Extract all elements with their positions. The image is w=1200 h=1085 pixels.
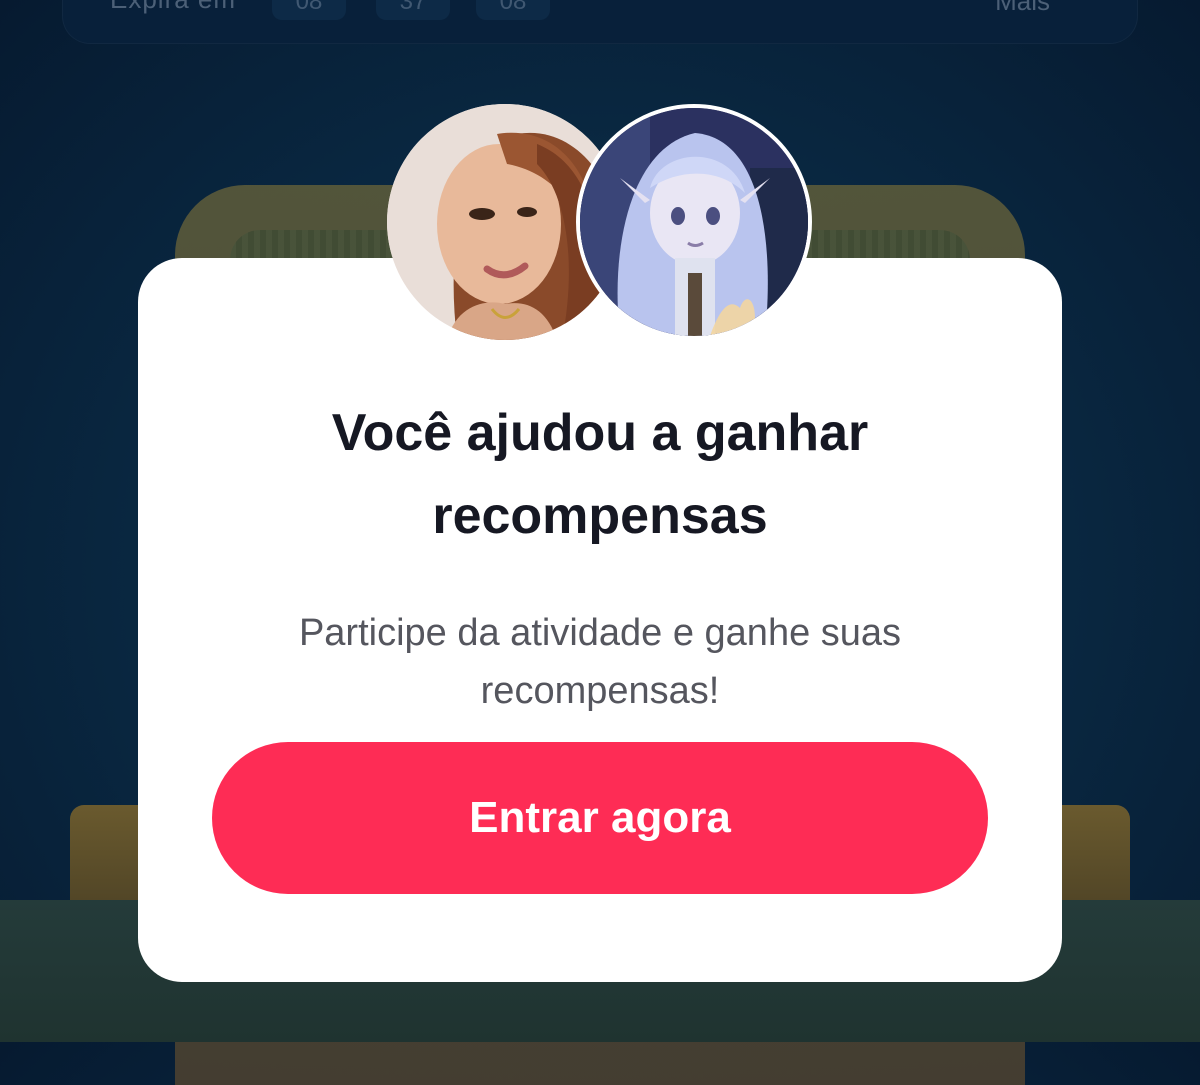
timer-digits: 08 <box>499 0 527 15</box>
user-avatar <box>576 104 812 340</box>
modal-title: Você ajudou a ganhar recompensas <box>0 392 1200 558</box>
modal-title-line-1: Você ajudou a ganhar <box>331 404 869 462</box>
modal-subtitle-line-2: recompensas! <box>480 670 720 712</box>
timer-box-seconds: 08 <box>476 0 550 20</box>
timer-box-hours: 08 <box>272 0 346 20</box>
timer-box-minutes: 37 <box>376 0 450 20</box>
modal-subtitle: Participe da atividade e ganhe suas reco… <box>0 604 1200 720</box>
modal-subtitle-line-1: Participe da atividade e ganhe suas <box>298 612 902 654</box>
timer-digits: 37 <box>399 0 427 15</box>
expires-label: Expira em <box>110 0 236 15</box>
avatar-anime-character <box>580 108 808 336</box>
timer-digits: 08 <box>295 0 323 15</box>
more-label: Mais <box>995 0 1050 16</box>
modal-title-line-2: recompensas <box>432 487 768 546</box>
enter-now-button[interactable]: Entrar agora <box>212 742 988 894</box>
